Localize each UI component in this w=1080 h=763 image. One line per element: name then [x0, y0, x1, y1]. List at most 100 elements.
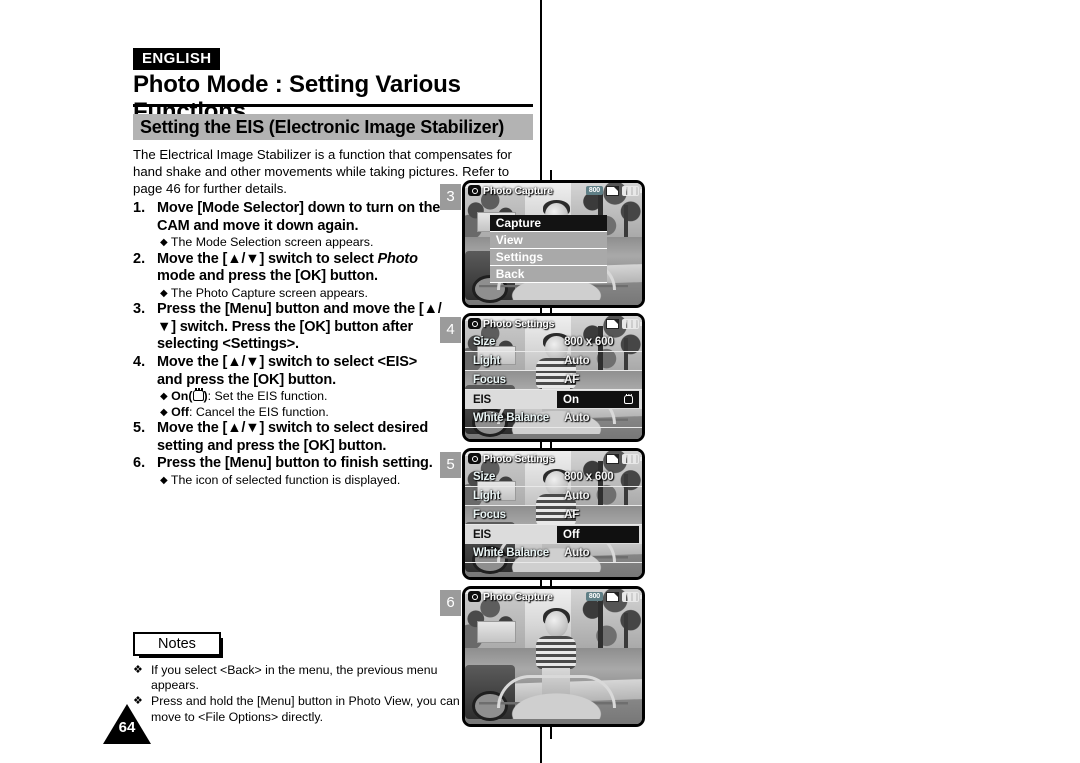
bullet-text: The icon of selected function is display…: [170, 472, 401, 487]
lcd-title: Photo Capture: [483, 590, 553, 603]
manual-page: ENGLISH Photo Mode : Setting Various Fun…: [0, 0, 1080, 763]
notes-list-english: ❖ If you select <Back> in the menu, the …: [133, 663, 473, 726]
lcd-title: Photo Settings: [483, 452, 555, 465]
setting-row-eis[interactable]: EIS On: [465, 390, 642, 409]
setting-row-light[interactable]: Light Auto: [465, 487, 642, 506]
page-number-text: 64: [118, 719, 136, 736]
step-item: 1. Move [Mode Selector] down to turn on …: [133, 200, 445, 251]
bullet-paren-open: (: [188, 389, 193, 404]
setting-row-size[interactable]: Size 800 x 600: [465, 333, 642, 352]
battery-icon: [622, 591, 642, 602]
step-item: 6. Press the [Menu] button to finish set…: [133, 455, 445, 488]
section-title-english: Setting the EIS (Electronic Image Stabil…: [133, 114, 533, 140]
battery-icon: [622, 318, 642, 329]
memory-card-icon: [606, 185, 619, 196]
setting-key: Light: [473, 490, 501, 502]
note-item: ❖ Press and hold the [Menu] button in Ph…: [133, 694, 473, 724]
setting-row-focus[interactable]: Focus AF: [465, 506, 642, 525]
diamond-bullet-icon: ◆: [160, 474, 168, 486]
header-rule-english: [133, 104, 533, 107]
battery-icon: [622, 185, 642, 196]
setting-row-white-balance[interactable]: White Balance Auto: [465, 409, 642, 428]
step-number: 2.: [133, 250, 146, 267]
photo-mode-icon: [468, 318, 481, 329]
settings-rows: Size 800 x 600 Light Auto Focus AF EIS O…: [465, 468, 642, 571]
step-badge: 5: [440, 452, 461, 478]
photo-mode-icon: [468, 453, 481, 464]
step-badge: 3: [440, 184, 461, 210]
setting-key: Focus: [473, 374, 506, 386]
setting-value: Auto: [564, 412, 590, 424]
setting-row-light[interactable]: Light Auto: [465, 352, 642, 371]
memory-card-icon: [606, 591, 619, 602]
lcd-screen: Photo Capture 800 Capture View Settings …: [462, 180, 645, 308]
setting-value: AF: [564, 509, 580, 521]
hand-icon: [192, 388, 204, 402]
steps-list-english: 1. Move [Mode Selector] down to turn on …: [133, 200, 445, 488]
step-bullet: ◆ Off: Cancel the EIS function.: [157, 405, 445, 420]
setting-key: Light: [473, 355, 501, 367]
setting-value-box: On: [557, 391, 639, 408]
bullet-text: : Set the EIS function.: [207, 389, 328, 404]
diamond-bullet-icon: ◆: [160, 406, 168, 418]
note-text: If you select <Back> in the menu, the pr…: [151, 663, 438, 693]
step-bullet: ◆ The Photo Capture screen appears.: [157, 286, 445, 301]
setting-value: 800 x 600: [564, 471, 614, 483]
step-text: Move [Mode Selector] down to turn on the…: [157, 200, 441, 234]
setting-key: Focus: [473, 509, 506, 521]
lcd-status-bar: Photo Capture 800: [465, 183, 642, 198]
step-item: 4. Move the [▲/▼] switch to select <EIS>…: [133, 354, 445, 420]
diamond-bullet-icon: ◆: [160, 391, 168, 403]
step-text: Move the [▲/▼] switch to select Photo mo…: [157, 251, 445, 286]
note-item: ❖ If you select <Back> in the menu, the …: [133, 663, 473, 693]
setting-value: Auto: [564, 355, 590, 367]
hand-icon: [624, 393, 633, 404]
step-bullet: ◆ The Mode Selection screen appears.: [157, 235, 445, 250]
memory-card-icon: [606, 453, 619, 464]
setting-row-size[interactable]: Size 800 x 600: [465, 468, 642, 487]
note-bullet-icon: ❖: [133, 664, 143, 676]
step-item: 2. Move the [▲/▼] switch to select Photo…: [133, 251, 445, 302]
step-badge: 4: [440, 317, 461, 343]
battery-icon: [622, 453, 642, 464]
lcd-title: Photo Capture: [483, 184, 553, 197]
setting-row-focus[interactable]: Focus AF: [465, 371, 642, 390]
lcd-screen: Photo Settings Size 800 x 600 Light Auto: [462, 313, 645, 442]
memory-card-icon: [606, 318, 619, 329]
note-text: Press and hold the [Menu] button in Phot…: [151, 694, 460, 724]
lcd-status-bar: Photo Settings: [465, 451, 642, 466]
step-bullet: ◆ The icon of selected function is displ…: [157, 473, 445, 488]
step-number: 1.: [133, 200, 146, 216]
setting-key: Size: [473, 336, 496, 348]
setting-row-white-balance[interactable]: White Balance Auto: [465, 544, 642, 563]
menu-item-view[interactable]: View: [489, 231, 607, 249]
photo-mode-icon: [468, 185, 481, 196]
step-number: 6.: [133, 455, 146, 472]
bullet-text: The Mode Selection screen appears.: [170, 235, 374, 250]
lcd-screen: Photo Settings Size 800 x 600 Light Auto: [462, 448, 645, 580]
setting-value-box: Off: [557, 526, 639, 543]
step-number: 4.: [133, 353, 146, 370]
photo-mode-icon: [468, 591, 481, 602]
setting-value: Auto: [564, 490, 590, 502]
setting-value: 800 x 600: [564, 336, 614, 348]
step-item: 5. Move the [▲/▼] switch to select desir…: [133, 420, 445, 455]
setting-row-eis[interactable]: EIS Off: [465, 525, 642, 544]
setting-key: White Balance: [473, 547, 550, 559]
lcd-menu-list[interactable]: Capture View Settings Back: [489, 214, 607, 283]
step-text: Move the [▲/▼] switch to select desired …: [157, 419, 429, 454]
lcd-screen: Photo Capture 800: [462, 586, 645, 727]
resolution-badge: 800: [585, 592, 603, 601]
step-text: Press the [Menu] button and move the [▲/…: [157, 301, 442, 353]
step-badge: 6: [440, 590, 461, 616]
lcd-title: Photo Settings: [483, 317, 555, 330]
lcd-status-bar: Photo Settings: [465, 316, 642, 331]
bullet-text: The Photo Capture screen appears.: [170, 285, 368, 300]
setting-key: White Balance: [473, 412, 550, 424]
menu-item-settings[interactable]: Settings: [489, 248, 607, 266]
resolution-badge: 800: [585, 186, 603, 195]
setting-value: AF: [564, 374, 580, 386]
menu-item-capture[interactable]: Capture: [489, 214, 607, 232]
notes-label-english: Notes: [133, 632, 223, 658]
menu-item-back[interactable]: Back: [489, 265, 607, 283]
